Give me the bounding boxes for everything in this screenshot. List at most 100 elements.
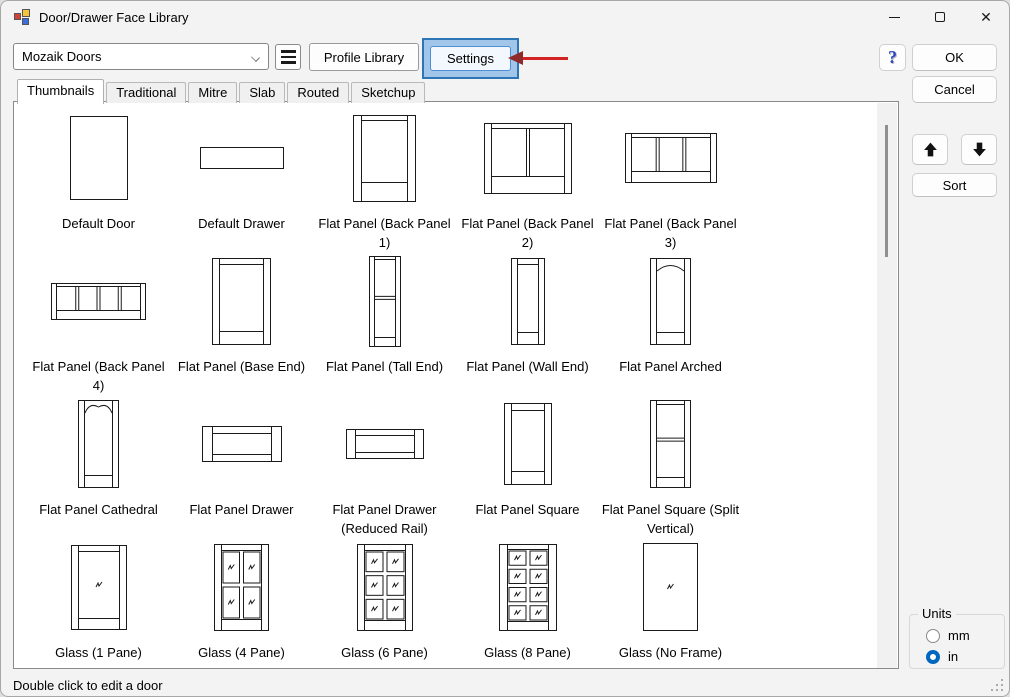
radio-mm[interactable]: mm bbox=[926, 628, 970, 643]
units-group-label: Units bbox=[918, 606, 956, 621]
door-item[interactable]: Glass (8 Pane) bbox=[456, 539, 599, 669]
door-thumbnails-panel: Default DoorDefault DrawerFlat Panel (Ba… bbox=[13, 101, 899, 669]
door-thumbnail bbox=[27, 396, 170, 492]
door-thumbnail bbox=[599, 396, 742, 492]
door-label: Flat Panel Arched bbox=[599, 357, 742, 376]
tab-mitre[interactable]: Mitre bbox=[188, 82, 237, 103]
hamburger-menu-icon bbox=[281, 50, 296, 52]
settings-button[interactable]: Settings bbox=[430, 46, 511, 71]
door-item[interactable]: Flat Panel Square bbox=[456, 396, 599, 539]
arrow-down-icon bbox=[971, 141, 988, 158]
tab-bar: ThumbnailsTraditionalMitreSlabRoutedSket… bbox=[17, 78, 427, 103]
window-title: Door/Drawer Face Library bbox=[39, 10, 189, 25]
scrollbar-thumb[interactable] bbox=[885, 125, 888, 257]
move-down-button[interactable] bbox=[961, 134, 997, 165]
door-item[interactable]: Flat Panel (Base End) bbox=[170, 253, 313, 396]
cancel-button[interactable]: Cancel bbox=[912, 76, 997, 103]
move-up-button[interactable] bbox=[912, 134, 948, 165]
door-item[interactable]: Glass (1 Pane) bbox=[27, 539, 170, 669]
door-item[interactable]: Flat Panel (Wall End) bbox=[456, 253, 599, 396]
help-button[interactable]: ? bbox=[879, 44, 906, 71]
close-button[interactable]: ✕ bbox=[963, 1, 1009, 33]
tab-slab[interactable]: Slab bbox=[239, 82, 285, 103]
chevron-down-icon bbox=[251, 53, 260, 62]
door-item[interactable]: Flat Panel Cathedral bbox=[27, 396, 170, 539]
door-label: Glass (6 Pane) bbox=[313, 643, 456, 662]
door-library-select-value: Mozaik Doors bbox=[22, 49, 101, 64]
door-thumbnail bbox=[313, 539, 456, 635]
door-item[interactable]: Glass (6 Pane) bbox=[313, 539, 456, 669]
door-label: Flat Panel (Base End) bbox=[170, 357, 313, 376]
app-icon bbox=[14, 9, 30, 25]
door-label: Flat Panel Square bbox=[456, 500, 599, 519]
door-item[interactable]: Flat Panel Arched bbox=[599, 253, 742, 396]
door-thumbnail bbox=[170, 396, 313, 492]
door-label: Flat Panel (Back Panel 2) bbox=[456, 214, 599, 252]
door-library-select[interactable]: Mozaik Doors bbox=[13, 43, 269, 70]
units-groupbox: Units mm in bbox=[909, 614, 1005, 669]
door-item[interactable]: Glass (4 Pane) bbox=[170, 539, 313, 669]
tab-sketchup[interactable]: Sketchup bbox=[351, 82, 425, 103]
door-item[interactable]: Flat Panel (Back Panel 3) bbox=[599, 110, 742, 253]
door-label: Flat Panel Square (Split Vertical) bbox=[599, 500, 742, 538]
door-thumbnail bbox=[456, 110, 599, 206]
door-item[interactable]: Default Door bbox=[27, 110, 170, 253]
door-label: Flat Panel (Back Panel 4) bbox=[27, 357, 170, 395]
door-thumbnail bbox=[456, 539, 599, 635]
door-thumbnail bbox=[27, 110, 170, 206]
title-bar: Door/Drawer Face Library ✕ bbox=[1, 1, 1009, 33]
radio-in-icon bbox=[926, 650, 940, 664]
door-label: Flat Panel Cathedral bbox=[27, 500, 170, 519]
maximize-button[interactable] bbox=[917, 1, 963, 33]
door-thumbnail bbox=[170, 253, 313, 349]
menu-button[interactable] bbox=[275, 44, 301, 70]
door-label: Flat Panel Drawer bbox=[170, 500, 313, 519]
door-thumbnail bbox=[313, 396, 456, 492]
door-item[interactable]: Glass (No Frame) bbox=[599, 539, 742, 669]
door-thumbnail bbox=[456, 396, 599, 492]
door-label: Flat Panel (Tall End) bbox=[313, 357, 456, 376]
arrow-head-icon bbox=[508, 51, 523, 65]
door-thumbnail bbox=[170, 110, 313, 206]
profile-library-button[interactable]: Profile Library bbox=[309, 43, 419, 71]
radio-in[interactable]: in bbox=[926, 649, 958, 664]
door-thumbnail bbox=[170, 539, 313, 635]
maximize-icon bbox=[935, 12, 945, 22]
annotation-arrow bbox=[508, 50, 570, 66]
resize-grip[interactable] bbox=[991, 679, 1003, 691]
door-drawer-face-library-window: Door/Drawer Face Library ✕ Mozaik Doors … bbox=[0, 0, 1010, 697]
status-text: Double click to edit a door bbox=[13, 678, 163, 693]
door-thumbnail bbox=[599, 253, 742, 349]
door-thumbnail bbox=[27, 539, 170, 635]
arrow-up-icon bbox=[922, 141, 939, 158]
door-item[interactable]: Flat Panel (Tall End) bbox=[313, 253, 456, 396]
door-thumbnail bbox=[27, 253, 170, 349]
door-item[interactable]: Default Drawer bbox=[170, 110, 313, 253]
radio-mm-icon bbox=[926, 629, 940, 643]
door-thumbnail bbox=[599, 110, 742, 206]
door-thumbnail bbox=[456, 253, 599, 349]
door-label: Glass (4 Pane) bbox=[170, 643, 313, 662]
close-icon: ✕ bbox=[980, 10, 992, 24]
tab-routed[interactable]: Routed bbox=[287, 82, 349, 103]
door-item[interactable]: Flat Panel (Back Panel 2) bbox=[456, 110, 599, 253]
door-item[interactable]: Flat Panel (Back Panel 4) bbox=[27, 253, 170, 396]
door-item[interactable]: Flat Panel Drawer bbox=[170, 396, 313, 539]
door-thumbnail bbox=[313, 110, 456, 206]
ok-button[interactable]: OK bbox=[912, 44, 997, 71]
door-item[interactable]: Flat Panel (Back Panel 1) bbox=[313, 110, 456, 253]
door-thumbnail bbox=[313, 253, 456, 349]
door-label: Default Door bbox=[27, 214, 170, 233]
door-item[interactable]: Flat Panel Square (Split Vertical) bbox=[599, 396, 742, 539]
door-item[interactable]: Flat Panel Drawer (Reduced Rail) bbox=[313, 396, 456, 539]
door-label: Flat Panel (Back Panel 3) bbox=[599, 214, 742, 252]
sort-button[interactable]: Sort bbox=[912, 173, 997, 197]
door-label: Default Drawer bbox=[170, 214, 313, 233]
door-label: Flat Panel (Wall End) bbox=[456, 357, 599, 376]
minimize-icon bbox=[889, 17, 900, 18]
minimize-button[interactable] bbox=[871, 1, 917, 33]
vertical-scrollbar[interactable] bbox=[877, 103, 897, 668]
tab-thumbnails[interactable]: Thumbnails bbox=[17, 79, 104, 104]
door-label: Glass (8 Pane) bbox=[456, 643, 599, 662]
tab-traditional[interactable]: Traditional bbox=[106, 82, 186, 103]
